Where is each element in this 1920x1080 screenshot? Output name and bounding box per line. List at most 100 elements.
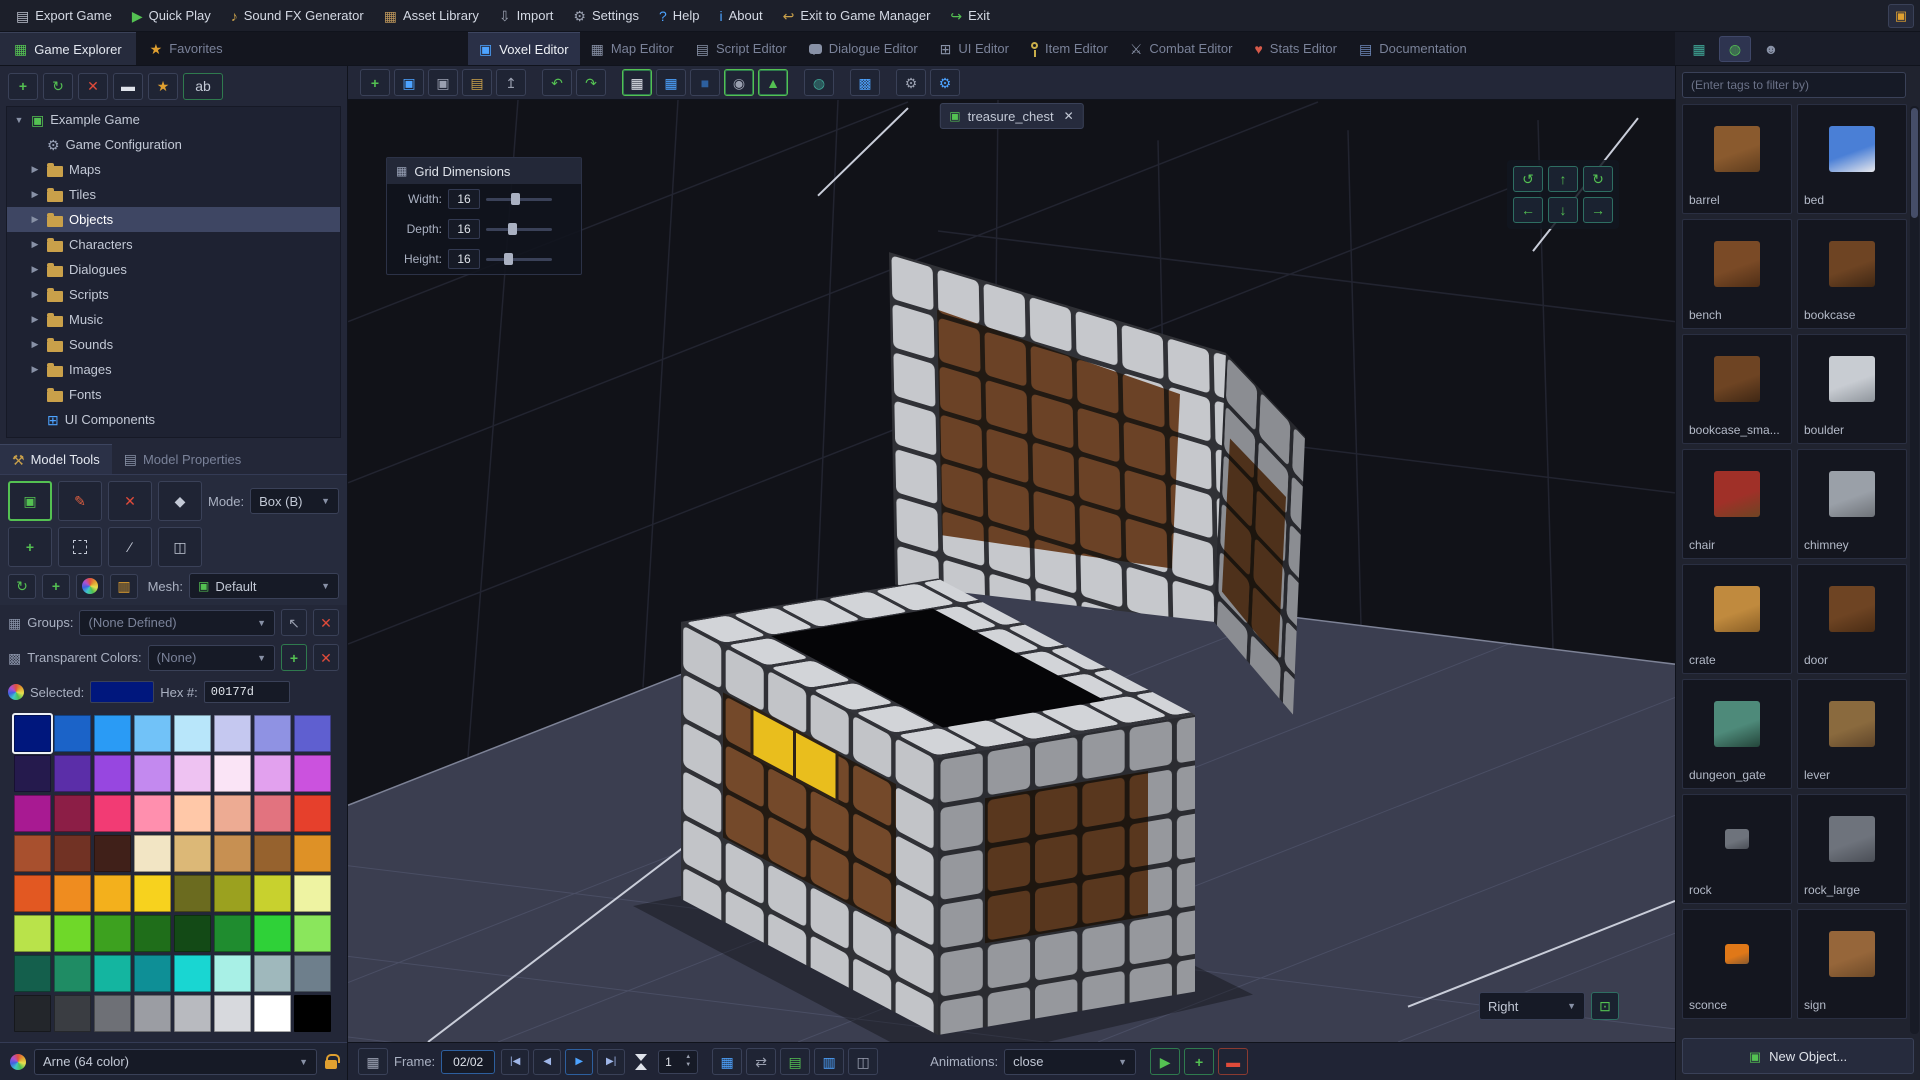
palette-swatch-62[interactable] [254, 995, 291, 1032]
move-left-button[interactable]: ← [1513, 197, 1543, 223]
palette-swatch-58[interactable] [94, 995, 131, 1032]
background-color-button[interactable]: ■ [690, 69, 720, 96]
expand-icon[interactable]: ▶ [29, 189, 41, 200]
palette-swatch-31[interactable] [294, 835, 331, 872]
palette-swatch-2[interactable] [94, 715, 131, 752]
object-item-sign[interactable]: sign [1797, 909, 1907, 1019]
tree-item-objects[interactable]: ▶ Objects [7, 207, 340, 232]
palette-swatch-30[interactable] [254, 835, 291, 872]
expand-icon[interactable]: ▶ [29, 214, 41, 225]
dimension-slider[interactable] [486, 249, 552, 269]
last-frame-button[interactable]: ▶| [597, 1048, 626, 1075]
add-animation-button[interactable]: + [1184, 1048, 1215, 1075]
slider-handle[interactable] [503, 253, 513, 265]
object-item-chimney[interactable]: chimney [1797, 449, 1907, 559]
delete-group-button[interactable]: ✕ [313, 609, 339, 636]
tab-ui-editor[interactable]: ⊞ UI Editor [929, 32, 1020, 65]
tree-item-scripts[interactable]: ▶ Scripts [7, 282, 340, 307]
loop-frames-button[interactable]: ⇄ [746, 1048, 777, 1075]
palette-swatch-15[interactable] [294, 755, 331, 792]
menu-item-about[interactable]: i About [710, 0, 773, 31]
pick-color-tool[interactable]: ∕ [108, 527, 152, 567]
palette-swatch-0[interactable] [12, 713, 53, 754]
model-settings-button[interactable]: ⚙ [896, 69, 926, 96]
menu-item-import[interactable]: ⇩ Import [489, 0, 564, 31]
object-item-chair[interactable]: chair [1682, 449, 1792, 559]
object-item-sconce[interactable]: sconce [1682, 909, 1792, 1019]
palette-swatch-21[interactable] [214, 795, 251, 832]
palette-swatch-12[interactable] [174, 755, 211, 792]
tab-favorites[interactable]: ★ Favorites [136, 32, 237, 65]
palette-swatch-43[interactable] [134, 915, 171, 952]
dimension-slider[interactable] [486, 189, 552, 209]
palette-swatch-55[interactable] [294, 955, 331, 992]
mesh-dropdown[interactable]: ▣ Default ▼ [189, 573, 339, 599]
tab-script-editor[interactable]: ▤ Script Editor [685, 32, 798, 65]
palette-swatch-5[interactable] [214, 715, 251, 752]
palette-swatch-61[interactable] [214, 995, 251, 1032]
object-item-bookcase-sma[interactable]: bookcase_sma... [1682, 334, 1792, 444]
object-item-crate[interactable]: crate [1682, 564, 1792, 674]
palette-swatch-56[interactable] [14, 995, 51, 1032]
palette-swatch-32[interactable] [14, 875, 51, 912]
play-animation-button[interactable]: ▶ [1150, 1048, 1181, 1075]
show-grid-button[interactable]: ▦ [622, 69, 652, 96]
palette-swatch-36[interactable] [174, 875, 211, 912]
attach-voxel-tool[interactable]: ▣ [8, 481, 52, 521]
paint-voxel-tool[interactable]: ✎ [58, 481, 102, 521]
transparent-colors-dropdown[interactable]: (None) ▼ [147, 644, 275, 671]
export-model-button[interactable]: ↥ [496, 69, 526, 96]
palette-button[interactable] [76, 573, 104, 599]
palette-swatch-60[interactable] [174, 995, 211, 1032]
palette-swatch-24[interactable] [14, 835, 51, 872]
assign-group-button[interactable]: ↖ [281, 609, 307, 636]
expand-icon[interactable]: ▶ [29, 314, 41, 325]
object-item-door[interactable]: door [1797, 564, 1907, 674]
palette-swatch-51[interactable] [134, 955, 171, 992]
new-object-button[interactable]: ▣ New Object... [1682, 1038, 1914, 1074]
palette-swatch-40[interactable] [14, 915, 51, 952]
model-tab-treasure-chest[interactable]: ▣ treasure_chest ✕ [939, 103, 1084, 129]
slider-handle[interactable] [511, 193, 521, 205]
palette-swatch-7[interactable] [294, 715, 331, 752]
viewport-canvas[interactable]: ▣ treasure_chest ✕ ▦ Grid Dimensions Wid… [348, 100, 1675, 1042]
mode-dropdown[interactable]: Box (B) ▼ [250, 488, 339, 514]
menu-item-asset-library[interactable]: ▦ Asset Library [374, 0, 489, 31]
tab-item-editor[interactable]: Item Editor [1020, 32, 1119, 65]
object-item-lever[interactable]: lever [1797, 679, 1907, 789]
screenshot-button[interactable]: ◉ [724, 69, 754, 96]
palette-swatch-33[interactable] [54, 875, 91, 912]
object-item-boulder[interactable]: boulder [1797, 334, 1907, 444]
palette-swatch-6[interactable] [254, 715, 291, 752]
resize-tool[interactable]: + [8, 527, 52, 567]
spinner-arrows-icon[interactable]: ▲ ▼ [685, 1054, 691, 1068]
palette-dropdown[interactable]: Arne (64 color) ▼ [34, 1048, 317, 1075]
tree-item-maps[interactable]: ▶ Maps [7, 157, 340, 182]
tab-combat-editor[interactable]: ⚔ Combat Editor [1119, 32, 1244, 65]
mirror-grid-button[interactable]: ▦ [656, 69, 686, 96]
palette-swatch-8[interactable] [14, 755, 51, 792]
lock-palette-icon[interactable] [325, 1053, 340, 1069]
move-down-button[interactable]: ↓ [1548, 197, 1578, 223]
object-item-barrel[interactable]: barrel [1682, 104, 1792, 214]
palette-swatch-50[interactable] [94, 955, 131, 992]
first-frame-button[interactable]: |◀ [501, 1048, 530, 1075]
redo-button[interactable]: ↷ [576, 69, 606, 96]
scrollbar-thumb[interactable] [1911, 108, 1918, 218]
frame-grid-button[interactable]: ▦ [712, 1048, 743, 1075]
palette-swatch-48[interactable] [14, 955, 51, 992]
menu-item-quick-play[interactable]: ▶ Quick Play [122, 0, 221, 31]
slider-handle[interactable] [507, 223, 517, 235]
remove-animation-button[interactable]: ▬ [1218, 1048, 1249, 1075]
erase-voxel-tool[interactable]: ✕ [108, 481, 152, 521]
tree-item-characters[interactable]: ▶ Characters [7, 232, 340, 257]
tab-map-editor[interactable]: ▦ Map Editor [580, 32, 685, 65]
rotate-ccw-button[interactable]: ↺ [1513, 166, 1543, 192]
object-item-bed[interactable]: bed [1797, 104, 1907, 214]
palette-swatch-35[interactable] [134, 875, 171, 912]
open-model-button[interactable]: ▤ [462, 69, 492, 96]
scrollbar[interactable] [1910, 106, 1919, 1034]
duplicate-model-button[interactable]: ▣ [428, 69, 458, 96]
palette-swatch-53[interactable] [214, 955, 251, 992]
palette-swatch-23[interactable] [294, 795, 331, 832]
